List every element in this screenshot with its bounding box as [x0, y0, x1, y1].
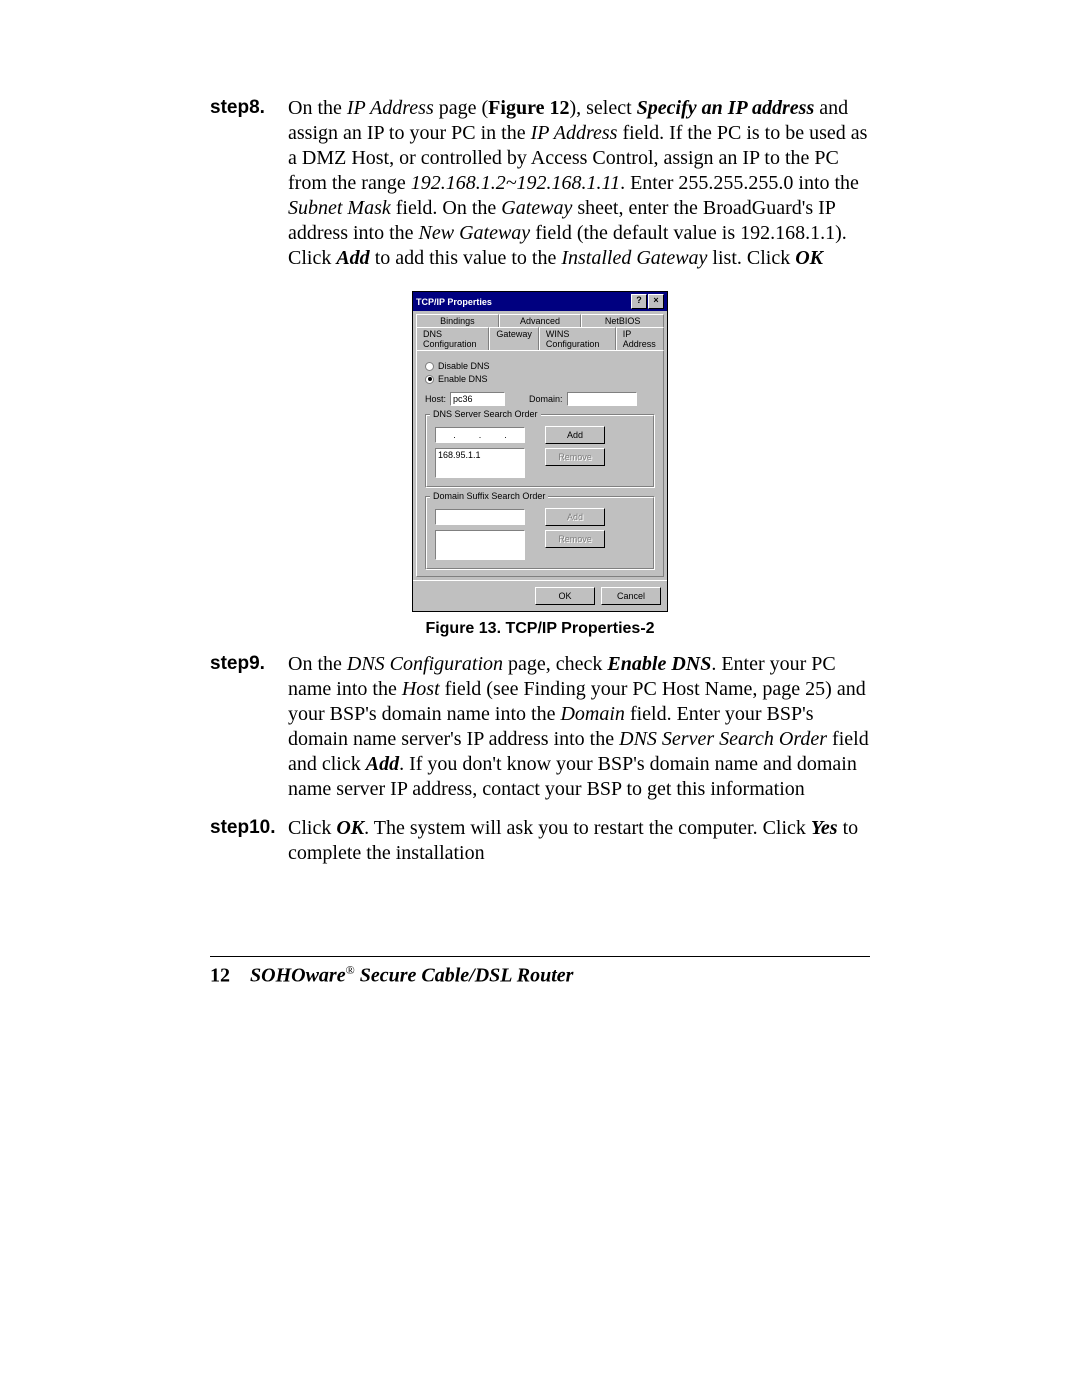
- tabs: Bindings Advanced NetBIOS DNS Configurat…: [413, 311, 667, 350]
- page-footer: 12 SOHOware® Secure Cable/DSL Router: [210, 956, 870, 988]
- dialog-footer: OK Cancel: [413, 580, 667, 611]
- registered-icon: ®: [346, 963, 355, 977]
- step10-text: Click OK. The system will ask you to res…: [288, 816, 870, 866]
- tab-advanced[interactable]: Advanced: [499, 314, 582, 327]
- dialog-titlebar: TCP/IP Properties ? ×: [413, 292, 667, 311]
- host-input[interactable]: pc36: [450, 392, 505, 406]
- dns-remove-button[interactable]: Remove: [545, 448, 605, 466]
- suffix-add-button[interactable]: Add: [545, 508, 605, 526]
- tab-ip-address[interactable]: IP Address: [616, 327, 664, 350]
- figure-13: TCP/IP Properties ? × Bindings Advanced …: [210, 291, 870, 638]
- host-field-row: Host: pc36 Domain:: [425, 392, 655, 406]
- step8: step8. On the IP Address page (Figure 12…: [210, 96, 870, 271]
- domain-suffix-group: Domain Suffix Search Order Add Remove: [425, 496, 655, 570]
- tab-netbios[interactable]: NetBIOS: [581, 314, 664, 327]
- figure-caption: Figure 13. TCP/IP Properties-2: [210, 620, 870, 638]
- footer-brand: SOHOware: [250, 965, 346, 987]
- footer-product: Secure Cable/DSL Router: [355, 965, 574, 987]
- close-icon[interactable]: ×: [648, 294, 664, 309]
- dns-list[interactable]: 168.95.1.1: [435, 448, 525, 478]
- step9: step9. On the DNS Configuration page, ch…: [210, 652, 870, 802]
- dns-search-order-group: DNS Server Search Order ... Add 168.95.1…: [425, 414, 655, 488]
- ok-button[interactable]: OK: [535, 587, 595, 605]
- dialog-title-text: TCP/IP Properties: [416, 297, 492, 307]
- cancel-button[interactable]: Cancel: [601, 587, 661, 605]
- help-icon[interactable]: ?: [631, 294, 647, 309]
- dns-search-order-label: DNS Server Search Order: [430, 409, 541, 419]
- suffix-input[interactable]: [435, 509, 525, 525]
- step10-label: step10.: [210, 816, 288, 866]
- suffix-list[interactable]: [435, 530, 525, 560]
- page-number: 12: [210, 965, 230, 987]
- step8-label: step8.: [210, 96, 288, 271]
- dns-tab-panel: Disable DNS Enable DNS Host: pc36 Domain…: [416, 350, 664, 577]
- domain-input[interactable]: [567, 392, 637, 406]
- tab-wins-configuration[interactable]: WINS Configuration: [539, 327, 616, 350]
- suffix-remove-button[interactable]: Remove: [545, 530, 605, 548]
- domain-suffix-label: Domain Suffix Search Order: [430, 491, 548, 501]
- tab-gateway[interactable]: Gateway: [489, 327, 539, 350]
- dns-add-button[interactable]: Add: [545, 426, 605, 444]
- step9-label: step9.: [210, 652, 288, 802]
- tcpip-properties-dialog: TCP/IP Properties ? × Bindings Advanced …: [412, 291, 668, 612]
- step8-text: On the IP Address page (Figure 12), sele…: [288, 96, 870, 271]
- tab-dns-configuration[interactable]: DNS Configuration: [416, 327, 489, 350]
- domain-label: Domain:: [529, 394, 563, 404]
- tab-bindings[interactable]: Bindings: [416, 314, 499, 327]
- step9-text: On the DNS Configuration page, check Ena…: [288, 652, 870, 802]
- radio-enable-dns[interactable]: Enable DNS: [425, 374, 655, 384]
- dns-ip-input[interactable]: ...: [435, 427, 525, 443]
- host-label: Host:: [425, 394, 446, 404]
- step10: step10. Click OK. The system will ask yo…: [210, 816, 870, 866]
- radio-disable-dns[interactable]: Disable DNS: [425, 361, 655, 371]
